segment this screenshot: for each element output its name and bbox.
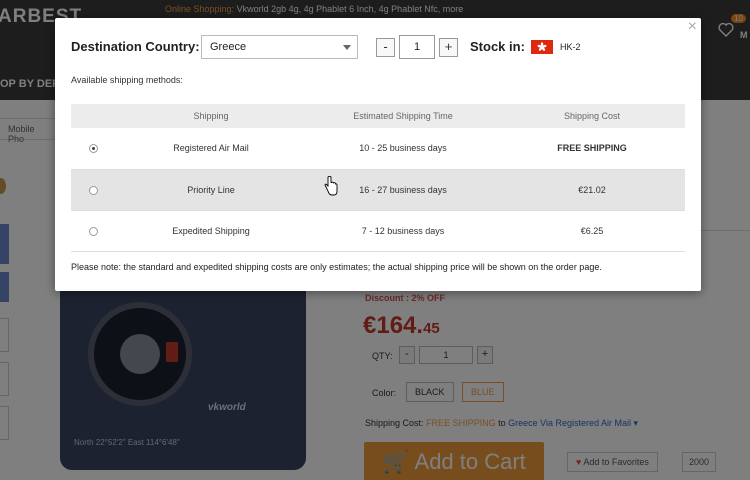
shipping-time: 10 - 25 business days	[307, 128, 499, 170]
table-row[interactable]: Priority Line 16 - 27 business days €21.…	[71, 169, 685, 211]
hand-cursor-icon	[324, 176, 338, 196]
shipping-radio-registered-air-mail[interactable]	[88, 144, 98, 154]
shipping-method: Expedited Shipping	[115, 210, 307, 252]
radio-cell	[71, 169, 115, 211]
shipping-time: 7 - 12 business days	[307, 210, 499, 252]
shipping-modal: × Destination Country: Greece - 1 + Stoc…	[55, 18, 701, 291]
radio-cell	[71, 128, 115, 170]
shipping-method: Registered Air Mail	[115, 128, 307, 170]
shipping-radio-expedited-shipping[interactable]	[88, 226, 98, 236]
chevron-down-icon	[343, 45, 351, 50]
shipping-radio-priority-line[interactable]	[88, 185, 98, 195]
close-icon[interactable]: ×	[688, 18, 697, 36]
radio-cell	[71, 210, 115, 252]
destination-country-label: Destination Country:	[71, 39, 200, 54]
shipping-method: Priority Line	[115, 169, 307, 211]
shipping-cost: €6.25	[499, 210, 685, 252]
shipping-cost: €21.02	[499, 169, 685, 211]
shipping-note: Please note: the standard and expedited …	[71, 262, 602, 272]
shipping-methods-table: Shipping Estimated Shipping Time Shippin…	[71, 104, 685, 252]
table-header-row: Shipping Estimated Shipping Time Shippin…	[71, 104, 685, 128]
destination-country-select[interactable]: Greece	[201, 35, 358, 59]
quantity-input[interactable]: 1	[399, 35, 435, 59]
shipping-cost: FREE SHIPPING	[499, 128, 685, 170]
header-estimated-time: Estimated Shipping Time	[307, 104, 499, 128]
bauhinia-icon	[537, 42, 547, 51]
hong-kong-flag-icon	[531, 40, 553, 54]
country-select-value: Greece	[210, 41, 247, 53]
stock-in-label: Stock in:	[470, 39, 525, 54]
quantity-decrease-button[interactable]: -	[376, 38, 395, 57]
available-methods-label: Available shipping methods:	[71, 75, 183, 85]
header-select	[71, 104, 115, 128]
table-row[interactable]: Registered Air Mail 10 - 25 business day…	[71, 128, 685, 170]
table-row[interactable]: Expedited Shipping 7 - 12 business days …	[71, 210, 685, 252]
header-shipping-cost: Shipping Cost	[499, 104, 685, 128]
header-shipping: Shipping	[115, 104, 307, 128]
stock-warehouse: HK-2	[560, 42, 581, 52]
quantity-increase-button[interactable]: +	[439, 38, 458, 57]
